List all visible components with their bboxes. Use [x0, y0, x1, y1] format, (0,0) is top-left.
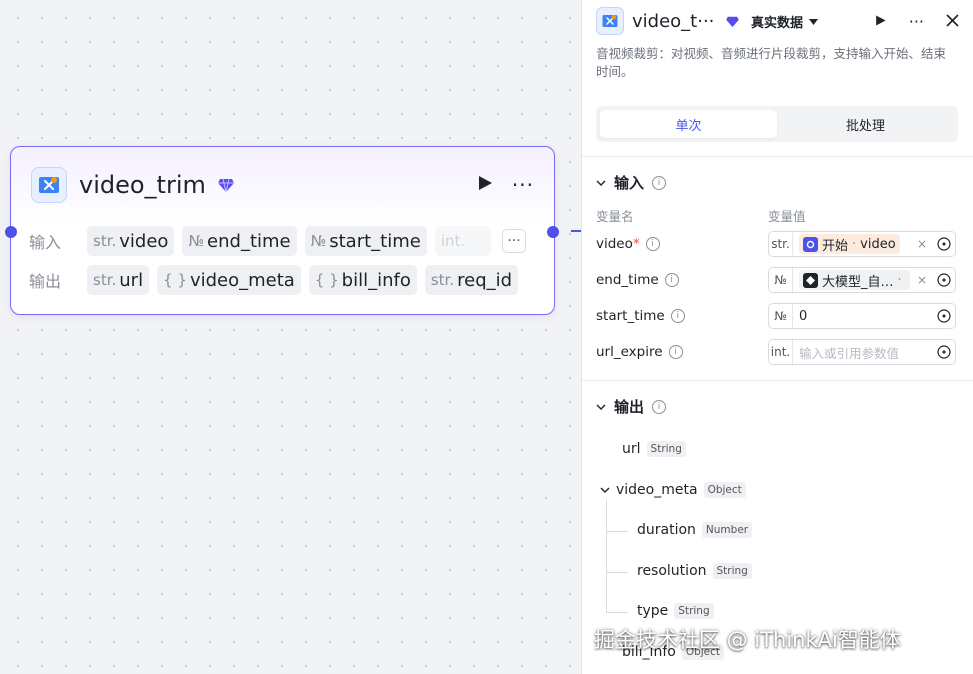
tree-line	[606, 612, 628, 613]
llm-node-icon	[803, 272, 818, 288]
video-trim-plugin-icon	[31, 167, 67, 203]
plugin-description: 音视频裁剪：对视频、音频进行片段裁剪，支持输入开始、结束时间。	[596, 46, 947, 79]
tree-line	[606, 531, 628, 532]
run-mode-tabs: 单次 批处理	[596, 106, 958, 142]
node-input-video: str. video	[87, 226, 175, 256]
input-value-end-time[interactable]: № 大模型_自… · ×	[768, 267, 956, 293]
variable-picker-icon[interactable]	[933, 309, 955, 323]
output-video-meta[interactable]: video_meta Object	[600, 482, 746, 498]
reference-chip[interactable]: 大模型_自… ·	[799, 270, 910, 290]
variable-picker-icon[interactable]	[933, 237, 955, 251]
tab-batch[interactable]: 批处理	[777, 110, 954, 138]
node-input-start-time: № start_time	[304, 226, 427, 256]
type-selector[interactable]: str.	[769, 232, 793, 256]
close-icon[interactable]	[946, 12, 959, 31]
column-var-name: 变量名	[596, 209, 634, 224]
node-input-port[interactable]	[5, 226, 17, 238]
type-selector[interactable]: №	[769, 268, 793, 292]
reference-chip[interactable]: 开始 · video	[799, 234, 900, 254]
input-name-video: video* i	[596, 236, 660, 252]
video-trim-node[interactable]: video_trim ··· 输入 str. video № end_time № s…	[10, 146, 555, 315]
tree-line	[606, 500, 607, 612]
chevron-down-icon	[596, 404, 606, 410]
input-section-header[interactable]: 输入 i	[596, 172, 667, 193]
chevron-down-icon	[809, 14, 819, 29]
outputs-label: 输出	[29, 272, 62, 291]
node-output-req-id: str. req_id	[424, 265, 519, 295]
panel-more-icon[interactable]: ···	[909, 12, 924, 31]
node-output-url: str. url	[87, 265, 150, 295]
divider	[582, 380, 973, 381]
data-mode-dropdown[interactable]: 真实数据	[751, 12, 819, 31]
run-node-icon[interactable]	[476, 174, 494, 196]
node-outputs-row: 输出 str. url { } video_meta { } bill_info st…	[29, 265, 519, 295]
output-section-header[interactable]: 输出 i	[596, 396, 667, 417]
panel-title: video_t···	[632, 10, 715, 32]
info-icon[interactable]: i	[664, 273, 679, 287]
column-var-value: 变量值	[768, 209, 806, 224]
premium-gem-icon	[726, 16, 739, 27]
type-selector[interactable]: int.	[769, 340, 793, 364]
input-name-start-time: start_time i	[596, 308, 685, 324]
type-selector[interactable]: №	[769, 304, 793, 328]
info-icon[interactable]: i	[652, 399, 667, 414]
input-value-video[interactable]: str. 开始 · video ×	[768, 231, 956, 257]
node-settings-panel: video_t··· 真实数据 ··· 音视频裁剪：对视频、音频进行片段裁剪，支…	[581, 0, 973, 674]
divider	[582, 156, 973, 157]
node-header: video_trim ···	[31, 167, 534, 203]
tab-single[interactable]: 单次	[600, 110, 777, 138]
node-inputs-row: 输入 str. video № end_time № start_time int.	[29, 226, 491, 256]
info-icon[interactable]: i	[652, 175, 667, 190]
node-output-bill-info: { } bill_info	[308, 265, 417, 295]
variable-picker-icon[interactable]	[933, 273, 955, 287]
node-output-port[interactable]	[547, 226, 559, 238]
node-output-video-meta: { } video_meta	[157, 265, 301, 295]
node-input-end-time: № end_time	[182, 226, 297, 256]
variable-picker-icon[interactable]	[933, 345, 955, 359]
output-url: url String	[622, 441, 686, 457]
run-test-icon[interactable]	[874, 12, 887, 31]
url-expire-placeholder[interactable]: 输入或引用参数值	[799, 343, 899, 362]
start-time-value[interactable]: 0	[793, 309, 933, 324]
video-trim-plugin-icon	[596, 7, 624, 35]
tree-line	[606, 572, 628, 573]
input-value-url-expire[interactable]: int. 输入或引用参数值	[768, 339, 956, 365]
chevron-down-icon	[596, 180, 606, 186]
inputs-label: 输入	[29, 233, 62, 252]
input-name-end-time: end_time i	[596, 272, 679, 288]
clear-icon[interactable]: ×	[917, 273, 927, 287]
watermark: 掘金技术社区 @ iThinkAi智能体	[594, 628, 901, 652]
output-type: type String	[637, 603, 714, 619]
start-node-icon	[803, 236, 818, 252]
output-duration: duration Number	[637, 522, 753, 538]
chevron-down-icon	[600, 487, 610, 493]
node-title: video_trim	[79, 171, 206, 199]
node-input-overflow: int.	[434, 226, 491, 256]
input-name-url-expire: url_expire i	[596, 344, 683, 360]
clear-icon[interactable]: ×	[917, 237, 927, 251]
premium-gem-icon	[217, 178, 234, 192]
info-icon[interactable]: i	[645, 237, 660, 251]
input-value-start-time[interactable]: № 0	[768, 303, 956, 329]
info-icon[interactable]: i	[670, 309, 685, 323]
panel-header: video_t··· 真实数据 ···	[596, 6, 959, 36]
node-inputs-more-button[interactable]: ···	[502, 229, 526, 253]
node-more-icon[interactable]: ···	[512, 173, 534, 197]
output-resolution: resolution String	[637, 563, 752, 579]
info-icon[interactable]: i	[668, 345, 683, 359]
